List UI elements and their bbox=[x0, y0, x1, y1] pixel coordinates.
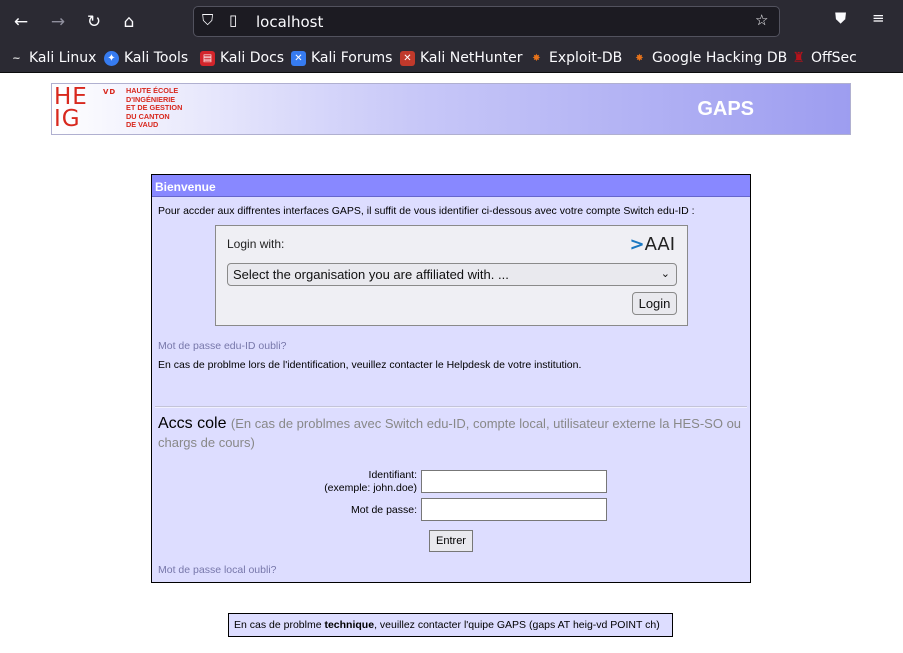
heig-vd-logo[interactable]: HE IG VD bbox=[54, 84, 115, 133]
shield-icon[interactable]: ⛉ bbox=[202, 11, 213, 29]
bookmark-label: Kali Linux bbox=[29, 50, 97, 66]
browser-toolbar: ← → ↻ ⌂ ⛉ ▯ localhost ☆ ⛊ ≡ bbox=[0, 0, 903, 42]
kali-forums-icon: ✕ bbox=[291, 50, 306, 66]
kali-dragon-icon: ~ bbox=[12, 52, 21, 64]
logo-institution-name: HAUTE ÉCOLE D'INGÉNIERIE ET DE GESTION D… bbox=[126, 86, 183, 129]
bookmark-label: Google Hacking DB bbox=[652, 50, 788, 66]
aai-login-box: Login with: >AAI Select the organisation… bbox=[215, 225, 688, 326]
exploitdb-icon: ✸ bbox=[532, 52, 541, 64]
menu-icon[interactable]: ≡ bbox=[872, 9, 885, 27]
bookmark-offsec[interactable]: ♜ OffSec bbox=[791, 48, 857, 68]
login-panel: Bienvenue Pour accder aux diffrentes int… bbox=[151, 174, 751, 583]
identifiant-input[interactable] bbox=[421, 470, 607, 493]
reload-icon[interactable]: ↻ bbox=[81, 9, 107, 35]
forward-arrow-icon[interactable]: → bbox=[45, 9, 71, 35]
logo-letters-bottom: IG bbox=[54, 106, 81, 132]
bookmark-kali-docs[interactable]: ▤ Kali Docs bbox=[200, 48, 284, 68]
bookmark-kali-forums[interactable]: ✕ Kali Forums bbox=[291, 48, 392, 68]
logo-vd: VD bbox=[103, 88, 117, 96]
pocket-icon[interactable]: ⛊ bbox=[835, 9, 846, 27]
panel-heading: Bienvenue bbox=[152, 175, 750, 197]
footer-prefix: En cas de problme bbox=[234, 619, 325, 631]
aai-logo: >AAI bbox=[629, 234, 675, 255]
url-bar[interactable]: ⛉ ▯ localhost ☆ bbox=[193, 6, 780, 37]
bookmark-label: Kali NetHunter bbox=[420, 50, 523, 66]
forgot-eduid-password-link[interactable]: Mot de passe edu-ID oubli? bbox=[158, 340, 286, 352]
bookmark-label: Kali Forums bbox=[311, 50, 393, 66]
logo-letters-top: HE bbox=[54, 84, 88, 110]
kali-tools-icon: ✦ bbox=[104, 50, 119, 66]
local-access-subtitle: (En cas de problmes avec Switch edu-ID, … bbox=[158, 416, 742, 450]
bookmark-label: Kali Docs bbox=[220, 50, 285, 66]
bookmark-google-hacking-db[interactable]: ✸ Google Hacking DB bbox=[632, 48, 787, 68]
login-button[interactable]: Login bbox=[632, 292, 677, 315]
offsec-icon: ♜ bbox=[792, 49, 805, 66]
organisation-select[interactable]: Select the organisation you are affiliat… bbox=[227, 263, 677, 286]
entrer-button[interactable]: Entrer bbox=[429, 530, 473, 552]
bookmarks-bar: ~ Kali Linux ✦ Kali Tools ▤ Kali Docs ✕ … bbox=[0, 42, 903, 73]
kali-docs-icon: ▤ bbox=[200, 50, 215, 66]
local-access-title: Accs cole bbox=[158, 415, 227, 432]
bookmark-label: OffSec bbox=[811, 50, 857, 66]
forgot-local-password-link[interactable]: Mot de passe local oubli? bbox=[158, 564, 277, 576]
nethunter-icon: ✕ bbox=[400, 50, 415, 66]
password-input[interactable] bbox=[421, 498, 607, 521]
bookmark-kali-tools[interactable]: ✦ Kali Tools bbox=[104, 48, 188, 68]
local-access-heading: Accs cole (En cas de problmes avec Switc… bbox=[158, 414, 746, 452]
aai-arrow-icon: > bbox=[629, 234, 645, 255]
home-icon[interactable]: ⌂ bbox=[116, 9, 142, 35]
bookmark-label: Exploit-DB bbox=[549, 50, 623, 66]
page-icon: ▯ bbox=[229, 11, 238, 29]
identifiant-example: (exemple: john.doe) bbox=[324, 482, 417, 494]
back-arrow-icon[interactable]: ← bbox=[8, 9, 34, 35]
bookmark-kali-linux[interactable]: ~ Kali Linux bbox=[9, 48, 96, 68]
url-text[interactable]: localhost bbox=[256, 13, 323, 31]
identifiant-label-line1: Identifiant: bbox=[368, 469, 417, 481]
footer-emphasis: technique bbox=[324, 619, 375, 631]
identifiant-label: Identifiant: (exemple: john.doe) bbox=[257, 469, 417, 495]
bookmark-label: Kali Tools bbox=[124, 50, 189, 66]
section-divider bbox=[155, 406, 747, 408]
ghdb-icon: ✸ bbox=[635, 52, 644, 64]
password-label: Mot de passe: bbox=[351, 504, 417, 516]
bookmark-exploit-db[interactable]: ✸ Exploit-DB bbox=[529, 48, 622, 68]
login-with-label: Login with: bbox=[227, 237, 285, 251]
star-bookmark-icon[interactable]: ☆ bbox=[755, 11, 768, 29]
bookmark-kali-nethunter[interactable]: ✕ Kali NetHunter bbox=[400, 48, 522, 68]
aai-logo-text: AAI bbox=[644, 234, 675, 255]
identification-problem-note: En cas de problme lors de l'identificati… bbox=[158, 359, 582, 371]
page-header-banner: HE IG VD HAUTE ÉCOLE D'INGÉNIERIE ET DE … bbox=[51, 83, 851, 135]
intro-text: Pour accder aux diffrentes interfaces GA… bbox=[158, 205, 695, 217]
technical-contact-note: En cas de problme technique, veuillez co… bbox=[228, 613, 673, 637]
app-title: GAPS bbox=[697, 98, 754, 120]
chevron-down-icon: ⌄ bbox=[660, 267, 670, 280]
footer-suffix: , veuillez contacter l'quipe GAPS (gaps … bbox=[374, 619, 660, 631]
organisation-select-value: Select the organisation you are affiliat… bbox=[233, 267, 509, 282]
